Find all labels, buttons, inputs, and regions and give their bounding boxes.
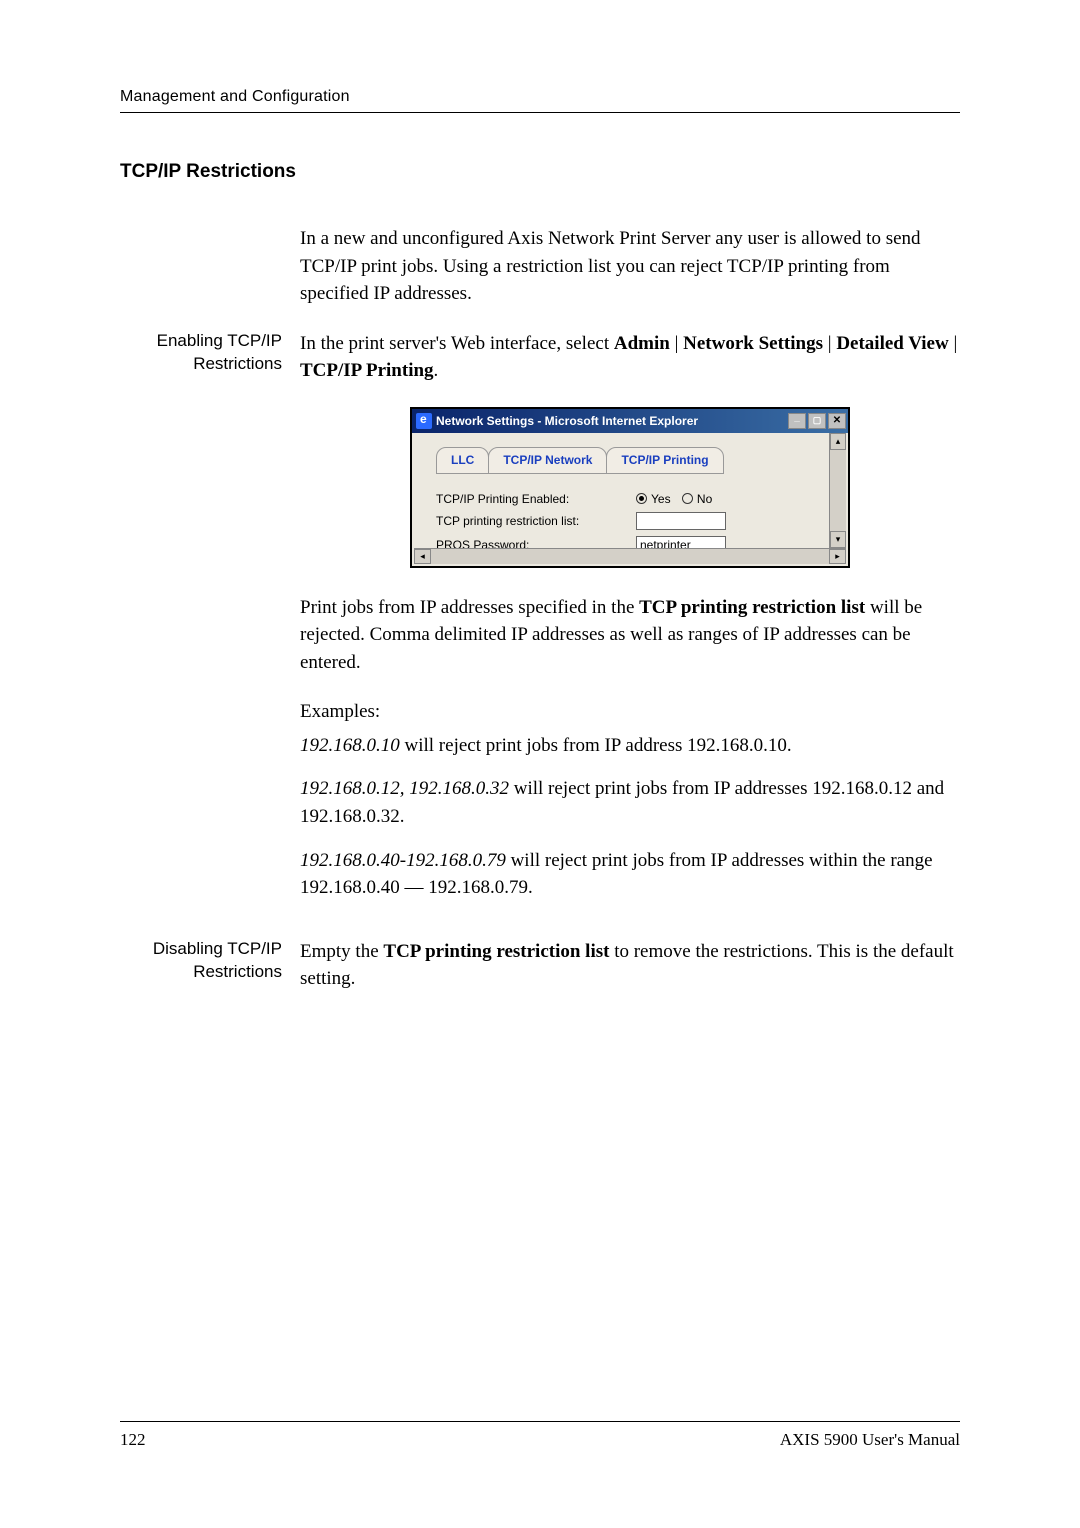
restriction-description: Print jobs from IP addresses specified i… [300, 594, 960, 677]
pipe1: | [670, 333, 683, 354]
disable-body: Empty the TCP printing restriction list … [300, 938, 960, 993]
ie-icon [416, 413, 432, 429]
minimize-button[interactable] [788, 413, 806, 429]
ex1-rest: will reject print jobs from IP address 1… [400, 735, 792, 756]
restr-a: Print jobs from IP addresses specified i… [300, 597, 639, 618]
row-restriction-list: TCP printing restriction list: [436, 512, 832, 530]
window-title: Network Settings - Microsoft Internet Ex… [436, 414, 786, 428]
ex1-ip: 192.168.0.10 [300, 735, 400, 756]
section-title: TCP/IP Restrictions [120, 161, 960, 183]
intro-paragraph: In a new and unconfigured Axis Network P… [300, 225, 960, 308]
window-body: LLC TCP/IP Network TCP/IP Printing TCP/I… [412, 433, 848, 566]
ex3-ip: 192.168.0.40-192.168.0.79 [300, 850, 506, 871]
radio-yes-label: Yes [651, 492, 671, 506]
manual-title: AXIS 5900 User's Manual [780, 1430, 960, 1450]
tab-tcpip-network-label: TCP/IP Network [503, 453, 592, 467]
scroll-left-icon[interactable]: ◂ [414, 549, 431, 564]
enable-side-line2: Restrictions [120, 353, 282, 376]
example-2: 192.168.0.12, 192.168.0.32 will reject p… [300, 775, 960, 830]
radio-yes[interactable] [636, 493, 647, 504]
radio-no[interactable] [682, 493, 693, 504]
disable-side-label: Disabling TCP/IP Restrictions [120, 938, 300, 993]
pipe2: | [823, 333, 836, 354]
close-button[interactable] [828, 413, 846, 429]
scroll-right-icon[interactable]: ▸ [829, 549, 846, 564]
examples-heading: Examples: [300, 698, 960, 726]
enable-admin: Admin [614, 333, 670, 354]
running-header: Management and Configuration [120, 88, 960, 113]
enable-end: . [434, 360, 439, 381]
enable-detailed-view: Detailed View [836, 333, 948, 354]
page-footer: 122 AXIS 5900 User's Manual [120, 1421, 960, 1450]
restriction-list-label: TCP printing restriction list: [436, 514, 636, 528]
disable-b: TCP printing restriction list [383, 941, 609, 962]
pipe3: | [949, 333, 958, 354]
example-3: 192.168.0.40-192.168.0.79 will reject pr… [300, 847, 960, 902]
page-number: 122 [120, 1430, 146, 1450]
window-titlebar: Network Settings - Microsoft Internet Ex… [412, 409, 848, 433]
tab-llc[interactable]: LLC [436, 447, 489, 474]
disable-side-line1: Disabling TCP/IP [120, 938, 282, 961]
enable-pre: In the print server's Web interface, sel… [300, 333, 614, 354]
tab-tcpip-printing-label: TCP/IP Printing [621, 453, 708, 467]
disable-a: Empty the [300, 941, 383, 962]
tabs: LLC TCP/IP Network TCP/IP Printing [436, 447, 838, 474]
enable-side-label: Enabling TCP/IP Restrictions [120, 330, 300, 385]
printing-enabled-label: TCP/IP Printing Enabled: [436, 492, 636, 506]
enable-body: In the print server's Web interface, sel… [300, 330, 960, 385]
scroll-up-icon[interactable]: ▴ [830, 433, 846, 450]
enable-tcpip-printing: TCP/IP Printing [300, 360, 434, 381]
horizontal-scrollbar[interactable]: ◂ ▸ [414, 548, 846, 564]
tab-llc-label: LLC [451, 453, 474, 467]
example-1: 192.168.0.10 will reject print jobs from… [300, 732, 960, 760]
vertical-scrollbar[interactable]: ▴ ▾ [829, 433, 846, 548]
restriction-list-input[interactable] [636, 512, 726, 530]
disable-side-line2: Restrictions [120, 961, 282, 984]
scroll-down-icon[interactable]: ▾ [830, 531, 846, 548]
enable-side-line1: Enabling TCP/IP [120, 330, 282, 353]
screenshot-window: Network Settings - Microsoft Internet Ex… [410, 407, 850, 568]
radio-no-label: No [697, 492, 712, 506]
row-printing-enabled: TCP/IP Printing Enabled: Yes No [436, 492, 832, 506]
restr-b: TCP printing restriction list [639, 597, 865, 618]
tab-tcpip-printing[interactable]: TCP/IP Printing [606, 447, 723, 474]
ex2-ip: 192.168.0.12, 192.168.0.32 [300, 778, 509, 799]
enable-network-settings: Network Settings [683, 333, 823, 354]
tab-tcpip-network[interactable]: TCP/IP Network [488, 447, 607, 474]
maximize-button[interactable] [808, 413, 826, 429]
radio-yes-dot-icon [639, 496, 644, 501]
